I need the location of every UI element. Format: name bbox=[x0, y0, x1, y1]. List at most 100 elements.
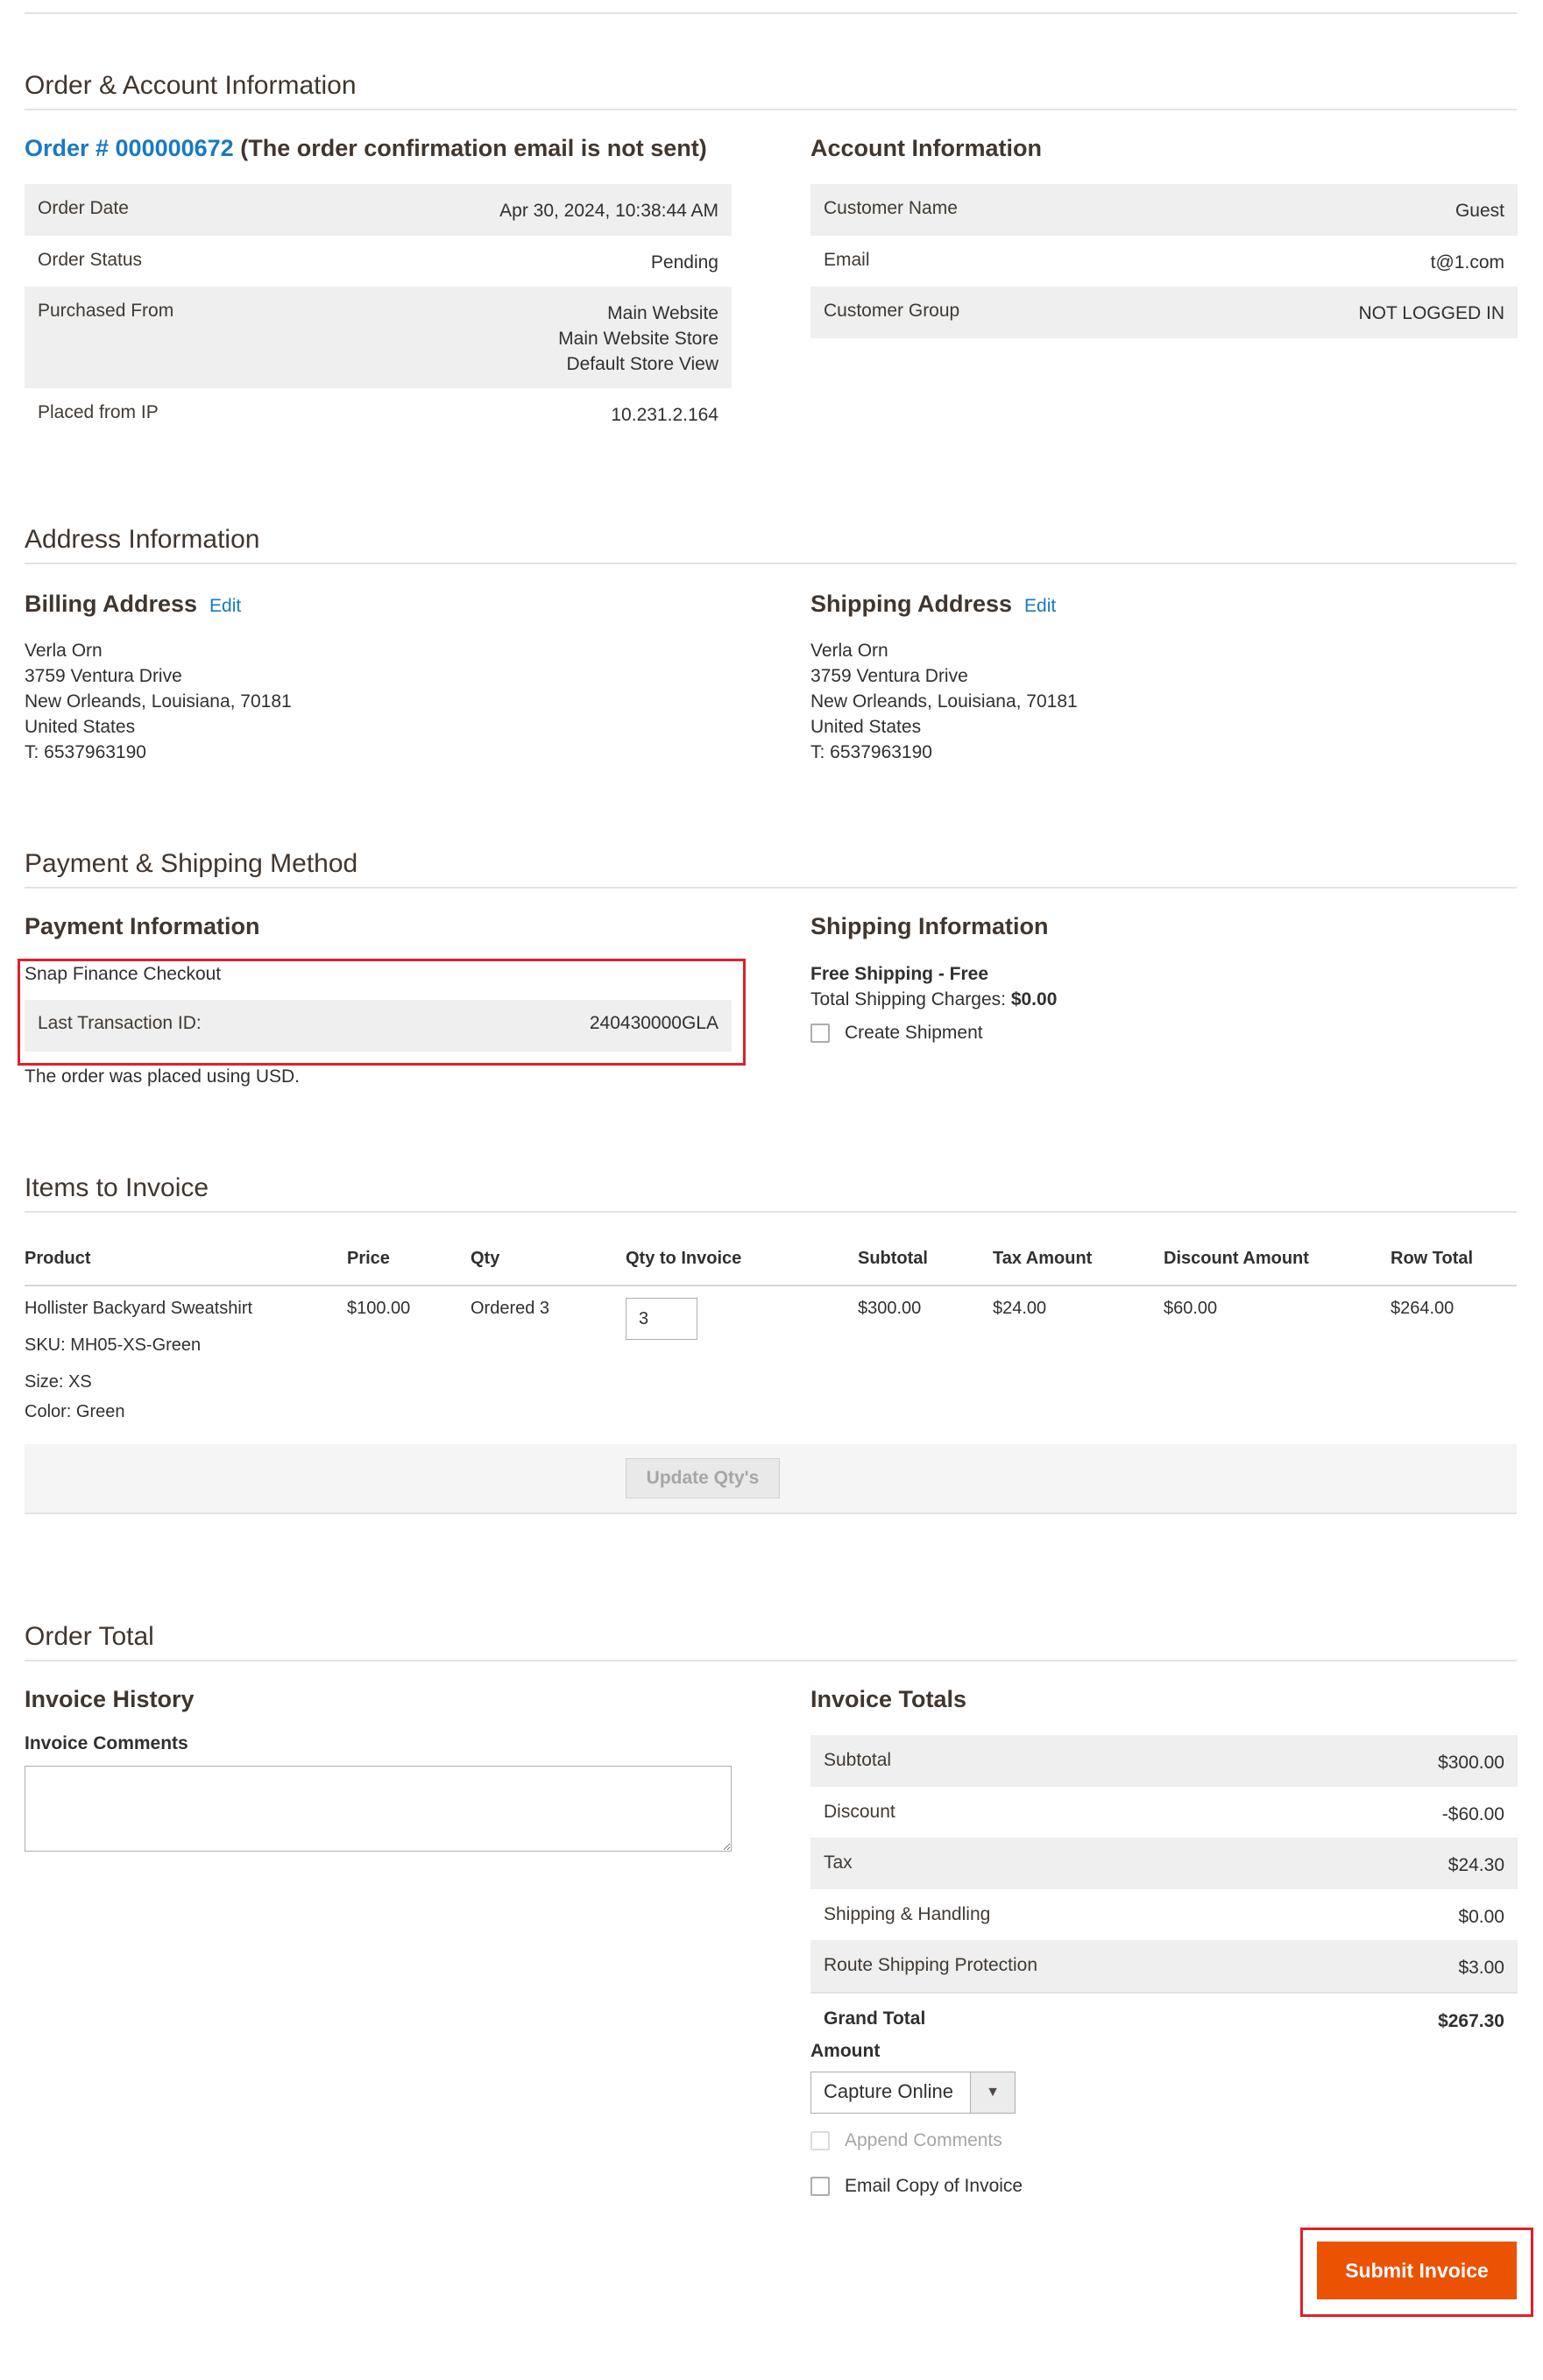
billing-address-heading: Billing Address Edit bbox=[25, 589, 241, 621]
invoice-comments-textarea[interactable] bbox=[25, 1766, 732, 1852]
order-heading: Order # 000000672 (The order confirmatio… bbox=[25, 133, 707, 163]
email-link[interactable]: t@1.com bbox=[1431, 250, 1504, 275]
shipping-handling-label: Shipping & Handling bbox=[824, 1904, 991, 1924]
account-info-table: Customer Name Guest Email t@1.com Custom… bbox=[810, 184, 1518, 338]
shipping-method-name: Free Shipping - Free bbox=[810, 964, 989, 984]
customer-name-label: Customer Name bbox=[824, 198, 958, 218]
qty-to-invoice-input[interactable] bbox=[626, 1298, 697, 1340]
subtotal-value: $300.00 bbox=[1438, 1753, 1504, 1773]
col-tax-header: Tax Amount bbox=[993, 1249, 1093, 1268]
append-comments-checkbox[interactable] bbox=[810, 2131, 830, 2150]
email-label: Email bbox=[824, 250, 870, 270]
col-qty-to-invoice-header: Qty to Invoice bbox=[626, 1249, 742, 1268]
subtotal-label: Subtotal bbox=[824, 1750, 892, 1770]
section-divider bbox=[25, 1660, 1517, 1661]
tax-value: $24.30 bbox=[1447, 1855, 1504, 1875]
shipping-charges-label: Total Shipping Charges: bbox=[810, 989, 1006, 1009]
currency-note: The order was placed using USD. bbox=[25, 1066, 300, 1087]
item-discount: $60.00 bbox=[1164, 1299, 1218, 1318]
billing-address-lines: Verla Orn 3759 Ventura Drive New Orleand… bbox=[25, 641, 292, 762]
totals-row: Route Shipping Protection $3.00 bbox=[810, 1940, 1518, 1992]
col-subtotal-header: Subtotal bbox=[858, 1249, 928, 1268]
tax-label: Tax bbox=[824, 1852, 853, 1873]
invoice-page: Order & Account Information Order # 0000… bbox=[0, 0, 1543, 2380]
email-copy-checkbox[interactable] bbox=[810, 2177, 830, 2196]
submit-invoice-button[interactable]: Submit Invoice bbox=[1317, 2242, 1517, 2299]
shipping-edit-link[interactable]: Edit bbox=[1024, 596, 1056, 616]
grand-total-value: $267.30 bbox=[1438, 2011, 1504, 2031]
order-number-link[interactable]: Order # 000000672 bbox=[25, 135, 234, 161]
order-status-label: Order Status bbox=[38, 250, 143, 270]
invoice-comments-label: Invoice Comments bbox=[25, 1733, 188, 1753]
totals-row: Shipping & Handling $0.00 bbox=[810, 1889, 1518, 1940]
item-row-total: $264.00 bbox=[1391, 1299, 1455, 1318]
product-size: Size: XS bbox=[25, 1372, 92, 1392]
totals-row: Tax $24.30 bbox=[810, 1838, 1518, 1889]
top-divider bbox=[25, 12, 1517, 14]
create-shipment-checkbox[interactable] bbox=[810, 1024, 830, 1043]
customer-group-value: NOT LOGGED IN bbox=[1358, 303, 1504, 323]
discount-value: -$60.00 bbox=[1441, 1804, 1504, 1824]
items-section-title: Items to Invoice bbox=[25, 1173, 209, 1202]
col-row-total-header: Row Total bbox=[1391, 1249, 1474, 1268]
payment-highlight-box bbox=[18, 959, 746, 1066]
totals-row: Discount -$60.00 bbox=[810, 1787, 1518, 1838]
shipping-handling-value: $0.00 bbox=[1458, 1907, 1504, 1927]
route-protection-label: Route Shipping Protection bbox=[824, 1955, 1037, 1975]
invoice-totals-table: Subtotal $300.00 Discount -$60.00 Tax $2… bbox=[810, 1735, 1518, 2044]
update-qty-button[interactable]: Update Qty's bbox=[626, 1458, 780, 1498]
item-price: $100.00 bbox=[347, 1299, 411, 1318]
shipping-info-title: Shipping Information bbox=[810, 913, 1049, 939]
order-info-row: Purchased From Main Website Main Website… bbox=[25, 287, 732, 388]
amount-label: Amount bbox=[810, 2041, 881, 2061]
placed-from-ip-value: 10.231.2.164 bbox=[611, 405, 718, 425]
account-info-row: Email t@1.com bbox=[810, 236, 1518, 287]
chevron-down-icon: ▼ bbox=[970, 2072, 1015, 2113]
purchased-from-label: Purchased From bbox=[38, 301, 174, 321]
item-tax: $24.00 bbox=[993, 1299, 1047, 1318]
section-divider bbox=[25, 887, 1517, 889]
order-total-section-title: Order Total bbox=[25, 1622, 154, 1651]
account-info-row: Customer Name Guest bbox=[810, 184, 1518, 236]
billing-address-title: Billing Address bbox=[25, 591, 198, 617]
discount-label: Discount bbox=[824, 1802, 895, 1822]
col-price-header: Price bbox=[347, 1249, 390, 1268]
shipping-address-title: Shipping Address bbox=[810, 591, 1013, 617]
address-section-title: Address Information bbox=[25, 525, 260, 554]
payment-shipping-section-title: Payment & Shipping Method bbox=[25, 849, 358, 878]
grand-total-label: Grand Total bbox=[824, 2008, 926, 2029]
shipping-charges: Total Shipping Charges: $0.00 bbox=[810, 987, 1057, 1012]
shipping-address-lines: Verla Orn 3759 Ventura Drive New Orleand… bbox=[810, 641, 1078, 762]
section-divider bbox=[25, 109, 1517, 110]
route-protection-value: $3.00 bbox=[1458, 1958, 1504, 1978]
order-info-row: Order Date Apr 30, 2024, 10:38:44 AM bbox=[25, 184, 732, 236]
order-date-value: Apr 30, 2024, 10:38:44 AM bbox=[499, 201, 718, 221]
account-info-row: Customer Group NOT LOGGED IN bbox=[810, 287, 1518, 338]
section-divider bbox=[25, 1211, 1517, 1213]
product-sku: SKU: MH05-XS-Green bbox=[25, 1335, 202, 1355]
totals-row: Subtotal $300.00 bbox=[810, 1735, 1518, 1787]
product-name: Hollister Backyard Sweatshirt bbox=[25, 1299, 253, 1318]
update-qty-bar: Update Qty's bbox=[25, 1444, 1517, 1514]
email-copy-label: Email Copy of Invoice bbox=[845, 2176, 1023, 2196]
product-color: Color: Green bbox=[25, 1402, 125, 1421]
capture-select-value: Capture Online bbox=[824, 2080, 953, 2102]
invoice-history-title: Invoice History bbox=[25, 1686, 195, 1712]
order-info-row: Order Status Pending bbox=[25, 236, 732, 287]
item-subtotal: $300.00 bbox=[858, 1299, 922, 1318]
col-qty-header: Qty bbox=[471, 1249, 500, 1268]
shipping-charges-value: $0.00 bbox=[1010, 989, 1058, 1009]
append-comments-label: Append Comments bbox=[845, 2130, 1002, 2150]
billing-edit-link[interactable]: Edit bbox=[209, 596, 241, 616]
order-info-table: Order Date Apr 30, 2024, 10:38:44 AM Ord… bbox=[25, 184, 732, 439]
capture-select[interactable]: Capture Online ▼ bbox=[810, 2072, 1016, 2114]
order-info-row: Placed from IP 10.231.2.164 bbox=[25, 388, 732, 439]
create-shipment-label: Create Shipment bbox=[845, 1023, 983, 1043]
section-divider bbox=[25, 563, 1517, 564]
customer-name-value: Guest bbox=[1455, 201, 1504, 221]
customer-group-label: Customer Group bbox=[824, 301, 960, 321]
invoice-totals-title: Invoice Totals bbox=[810, 1686, 967, 1712]
shipping-address-heading: Shipping Address Edit bbox=[810, 589, 1056, 621]
account-info-title: Account Information bbox=[810, 135, 1042, 161]
order-email-note: (The order confirmation email is not sen… bbox=[240, 135, 707, 161]
